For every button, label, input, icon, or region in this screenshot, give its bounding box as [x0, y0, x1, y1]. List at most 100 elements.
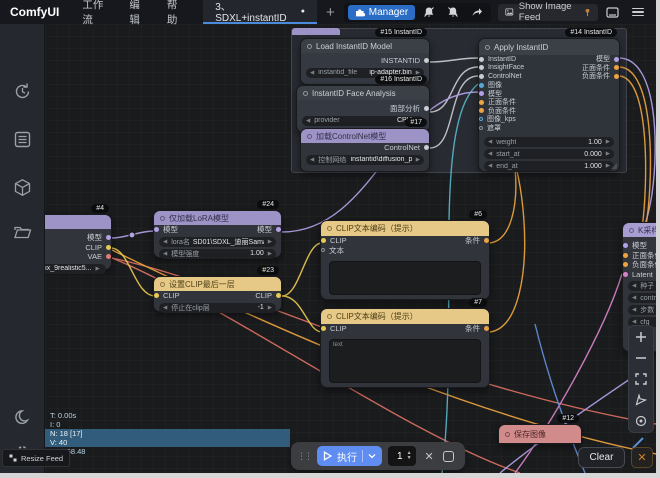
collapse-dot-icon[interactable] — [160, 216, 165, 221]
output-socket-vae[interactable] — [106, 254, 111, 259]
weight-widget[interactable]: ◀weight1.00▶ — [484, 137, 614, 147]
controlnet-name-widget[interactable]: ◀控制网络名称instantid\diffusion_pytorch_...▶ — [306, 155, 424, 165]
input-socket[interactable] — [479, 100, 484, 105]
share-arrow-icon[interactable] — [467, 5, 487, 20]
output-socket-clip[interactable] — [106, 245, 111, 250]
input-socket[interactable] — [479, 83, 484, 88]
hamburger-menu-icon[interactable] — [628, 8, 648, 17]
control-after-generate-widget[interactable]: ◀control_af... — [628, 293, 656, 303]
node-load-checkpoint[interactable]: #4 模型 CLIP VAE XXMix_9realistic5...▶ — [45, 214, 112, 270]
output-socket-model[interactable] — [106, 235, 111, 240]
manager-button[interactable]: Manager — [348, 5, 415, 20]
node-clip-set-last-layer[interactable]: #23 设置CLIP最后一层 CLIPCLIP ◀停止在clip层-1▶ — [153, 276, 282, 312]
collapse-dot-icon[interactable] — [307, 44, 312, 49]
input-socket[interactable] — [479, 65, 484, 70]
collapse-dot-icon[interactable] — [307, 134, 312, 139]
collapse-dot-icon[interactable] — [303, 91, 308, 96]
step-down-icon[interactable]: ▼ — [407, 456, 412, 461]
node-lora-loader[interactable]: #24 仅加载LoRA模型 模型模型 ◀lora名称SD01\SDXL_迪丽Sa… — [153, 210, 282, 258]
output-socket-conditioning[interactable] — [484, 326, 489, 331]
node-library-icon[interactable] — [13, 130, 32, 149]
clear-button[interactable]: Clear — [578, 447, 625, 468]
menu-help[interactable]: 帮助 — [158, 0, 195, 27]
start-at-widget[interactable]: ◀start_at0.000▶ — [484, 149, 614, 159]
widget-arrow-right-icon[interactable]: ▶ — [95, 266, 99, 272]
collapse-dot-icon[interactable] — [505, 432, 510, 437]
node-header[interactable]: InstantID Face Analysis — [297, 86, 429, 100]
output-socket-model[interactable] — [276, 227, 281, 232]
node-header[interactable]: Load InstantID Model — [301, 39, 429, 53]
seed-widget[interactable]: ◀种子 — [628, 281, 656, 291]
output-socket[interactable] — [614, 74, 619, 79]
input-socket-clip[interactable] — [321, 238, 326, 243]
node-header[interactable]: 仅加载LoRA模型 — [154, 211, 281, 225]
reroute-dot[interactable] — [129, 232, 135, 238]
collapse-dot-icon[interactable] — [629, 228, 634, 233]
input-socket[interactable] — [479, 117, 483, 121]
node-apply-instantid[interactable]: #14 InstantID Apply InstantID InstantID … — [478, 38, 620, 172]
output-socket-faceanalysis[interactable] — [424, 106, 429, 111]
focus-icon[interactable] — [635, 415, 647, 427]
menu-edit[interactable]: 编辑 — [120, 0, 157, 27]
model-library-cube-icon[interactable] — [13, 178, 32, 197]
input-socket[interactable] — [479, 57, 484, 62]
lora-name-widget[interactable]: ◀lora名称SD01\SDXL_迪丽Samaritan 3d...▶ — [159, 237, 276, 247]
end-at-widget[interactable]: ◀end_at1.000▶ — [484, 161, 614, 171]
output-socket-clip[interactable] — [276, 293, 281, 298]
input-socket[interactable] — [479, 108, 484, 113]
fit-view-icon[interactable] — [635, 373, 647, 385]
node-header[interactable]: Apply InstantID — [479, 39, 619, 55]
input-socket[interactable] — [479, 74, 484, 79]
resize-feed-button[interactable]: Resize Feed — [2, 449, 70, 467]
close-feed-button[interactable]: ✕ — [631, 447, 653, 468]
zoom-out-icon[interactable] — [635, 352, 647, 364]
graph-canvas[interactable]: #4 模型 CLIP VAE XXMix_9realistic5...▶ #24… — [45, 24, 656, 473]
node-header[interactable]: 加载ControlNet模型 — [301, 129, 429, 143]
node-header[interactable]: K采样器 — [623, 223, 656, 237]
collapse-dot-icon[interactable] — [327, 226, 332, 231]
workflows-folder-icon[interactable] — [13, 223, 32, 242]
node-save-image[interactable]: #12 保存图像 — [498, 424, 582, 444]
show-image-feed-button[interactable]: Show Image Feed — [498, 4, 598, 21]
prompt-textarea[interactable] — [329, 261, 481, 295]
new-tab-button[interactable]: + — [317, 4, 344, 21]
output-socket-controlnet[interactable] — [424, 145, 429, 150]
menu-workflow[interactable]: 工作流 — [73, 0, 120, 27]
node-header[interactable]: CLIP文本编码（提示） — [321, 309, 489, 324]
output-socket[interactable] — [614, 65, 619, 70]
input-socket-negative[interactable] — [623, 262, 628, 267]
input-socket-latent[interactable] — [623, 272, 628, 277]
bell-slash-icon-1[interactable] — [419, 5, 439, 20]
run-button[interactable]: 执行 — [317, 446, 382, 466]
collapse-dot-icon[interactable] — [485, 45, 490, 50]
pan-cursor-icon[interactable] — [635, 394, 647, 406]
stop-at-clip-layer-widget[interactable]: ◀停止在clip层-1▶ — [159, 303, 276, 313]
ckpt-name-widget[interactable]: XXMix_9realistic5...▶ — [45, 264, 106, 274]
input-socket[interactable] — [479, 91, 484, 96]
input-socket-model[interactable] — [154, 227, 159, 232]
input-socket-clip[interactable] — [154, 293, 159, 298]
workflow-tab[interactable]: 3、SDXL+instantID ● — [203, 0, 317, 24]
zoom-in-icon[interactable] — [635, 331, 647, 343]
output-socket[interactable] — [614, 57, 619, 62]
input-socket-clip[interactable] — [321, 326, 326, 331]
history-icon[interactable] — [13, 82, 32, 101]
prompt-textarea[interactable]: text — [329, 339, 481, 383]
bell-slash-icon-2[interactable] — [443, 5, 463, 20]
drag-handle-icon[interactable]: ⋮⋮ — [297, 453, 311, 460]
node-header[interactable] — [45, 215, 111, 229]
input-socket-positive[interactable] — [623, 253, 628, 258]
panel-toggle-icon[interactable] — [605, 5, 621, 20]
collapse-dot-icon[interactable] — [327, 314, 332, 319]
chevron-down-icon[interactable] — [368, 453, 376, 459]
node-clip-text-encode-positive[interactable]: #6 CLIP文本编码（提示） CLIP条件 文本 — [320, 220, 490, 300]
node-clip-text-encode-negative[interactable]: #7 CLIP文本编码（提示） CLIP条件 text — [320, 308, 490, 388]
output-socket-conditioning[interactable] — [484, 238, 489, 243]
steps-widget[interactable]: ◀步数 — [628, 305, 656, 315]
node-header[interactable]: 设置CLIP最后一层 — [154, 277, 281, 291]
node-header[interactable]: 保存图像 — [499, 425, 581, 443]
input-socket[interactable] — [479, 126, 483, 130]
lora-strength-widget[interactable]: ◀模型强度1.00▶ — [159, 249, 276, 259]
node-header[interactable]: CLIP文本编码（提示） — [321, 221, 489, 236]
node-load-controlnet[interactable]: #17 加载ControlNet模型 ControlNet ◀控制网络名称ins… — [300, 128, 430, 172]
